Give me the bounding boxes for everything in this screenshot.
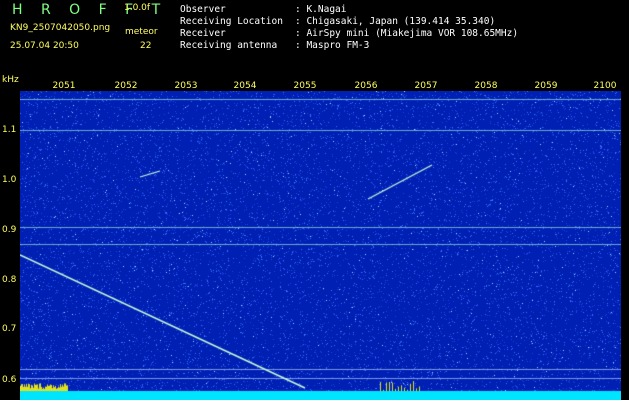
y-tick-label: 0.8 bbox=[2, 275, 17, 285]
y-axis-unit: kHz bbox=[2, 75, 19, 85]
detection-count: 22 bbox=[140, 41, 152, 51]
x-tick-label: 2058 bbox=[474, 81, 498, 91]
antenna-label: Receiving antenna bbox=[180, 40, 278, 51]
spectrogram bbox=[20, 91, 621, 400]
x-tick-label: 2056 bbox=[354, 81, 378, 91]
antenna-row: Receiving antenna : Maspro FM-3 bbox=[180, 40, 369, 51]
x-tick-label: 2052 bbox=[114, 81, 138, 91]
observer-row: Observer : K.Nagai bbox=[180, 4, 346, 15]
antenna-value: : Maspro FM-3 bbox=[295, 40, 370, 51]
timestamp: 25.07.04 20:50 bbox=[10, 41, 79, 51]
x-tick-label: 2100 bbox=[593, 81, 617, 91]
receiver-row: Receiver : AirSpy mini (Miakejima VOR 108… bbox=[180, 28, 518, 39]
receiver-value: : AirSpy mini (Miakejima VOR 108.65MHz) bbox=[295, 28, 519, 39]
observer-value: : K.Nagai bbox=[295, 4, 347, 15]
x-tick-label: 2051 bbox=[52, 81, 76, 91]
location-value: : Chigasaki, Japan (139.414 35.340) bbox=[295, 16, 496, 27]
x-tick-label: 2054 bbox=[233, 81, 257, 91]
y-tick-label: 1.1 bbox=[2, 125, 17, 135]
version-label: 1.0.0f bbox=[124, 3, 151, 13]
file-name: KN9_2507042050.png bbox=[10, 23, 111, 33]
location-label: Receiving Location bbox=[180, 16, 283, 27]
x-tick-label: 2059 bbox=[534, 81, 558, 91]
receiver-label: Receiver bbox=[180, 28, 226, 39]
y-tick-label: 0.9 bbox=[2, 225, 17, 235]
location-row: Receiving Location : Chigasaki, Japan (13… bbox=[180, 16, 495, 27]
x-tick-label: 2053 bbox=[174, 81, 198, 91]
y-tick-label: 0.7 bbox=[2, 324, 17, 334]
y-tick-label: 0.6 bbox=[2, 375, 17, 385]
observer-label: Observer bbox=[180, 4, 226, 15]
x-tick-label: 2055 bbox=[293, 81, 317, 91]
mode-label: meteor bbox=[125, 27, 158, 37]
y-tick-label: 1.0 bbox=[2, 175, 17, 185]
x-tick-label: 2057 bbox=[414, 81, 438, 91]
